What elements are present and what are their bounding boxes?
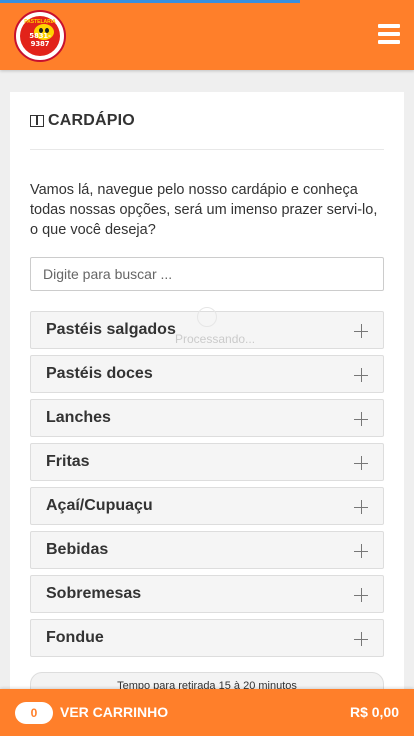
plus-icon	[354, 456, 368, 470]
category-sobremesas[interactable]: Sobremesas	[30, 575, 384, 613]
loading-spinner-icon	[197, 307, 217, 327]
cart-count-badge: 0	[15, 702, 53, 724]
plus-icon	[354, 368, 368, 382]
search-input[interactable]	[30, 257, 384, 291]
logo-phone: 5831-9387	[29, 32, 51, 48]
category-bebidas[interactable]: Bebidas	[30, 531, 384, 569]
view-cart-label: VER CARRINHO	[60, 704, 169, 720]
menu-card: CARDÁPIO Vamos lá, navegue pelo nosso ca…	[10, 92, 404, 702]
card-header: CARDÁPIO	[30, 112, 384, 150]
category-label: Pastéis salgados	[46, 321, 176, 338]
plus-icon	[354, 544, 368, 558]
category-label: Fondue	[46, 629, 104, 646]
plus-icon	[354, 324, 368, 338]
category-label: Pastéis doces	[46, 365, 153, 382]
category-list: Pastéis salgados Pastéis doces Lanches F…	[30, 311, 384, 663]
pastelaria-logo[interactable]: PASTELARIA 5831-9387	[14, 10, 66, 62]
plus-icon	[354, 632, 368, 646]
hamburger-menu-icon[interactable]	[378, 24, 400, 44]
category-fritas[interactable]: Fritas	[30, 443, 384, 481]
cart-total: R$ 0,00	[349, 704, 399, 720]
plus-icon	[354, 412, 368, 426]
plus-icon	[354, 588, 368, 602]
intro-text: Vamos lá, navegue pelo nosso cardápio e …	[30, 182, 378, 238]
category-label: Açaí/Cupuaçu	[46, 497, 153, 514]
category-label: Bebidas	[46, 541, 109, 558]
category-lanches[interactable]: Lanches	[30, 399, 384, 437]
top-bar: PASTELARIA 5831-9387	[0, 0, 414, 70]
loading-progress-bar	[0, 0, 300, 3]
category-acai-cupuacu[interactable]: Açaí/Cupuaçu	[30, 487, 384, 525]
category-pasteis-doces[interactable]: Pastéis doces	[30, 355, 384, 393]
category-label: Fritas	[46, 453, 90, 470]
logo-emblem: PASTELARIA 5831-9387	[20, 16, 60, 56]
processing-text: Processando...	[175, 332, 256, 346]
book-icon	[30, 115, 44, 127]
plus-icon	[354, 500, 368, 514]
category-label: Lanches	[46, 409, 111, 426]
page-title: CARDÁPIO	[48, 112, 135, 129]
category-label: Sobremesas	[46, 585, 142, 602]
view-cart-bar[interactable]: 0 VER CARRINHO R$ 0,00	[0, 689, 414, 736]
category-fondue[interactable]: Fondue	[30, 619, 384, 657]
